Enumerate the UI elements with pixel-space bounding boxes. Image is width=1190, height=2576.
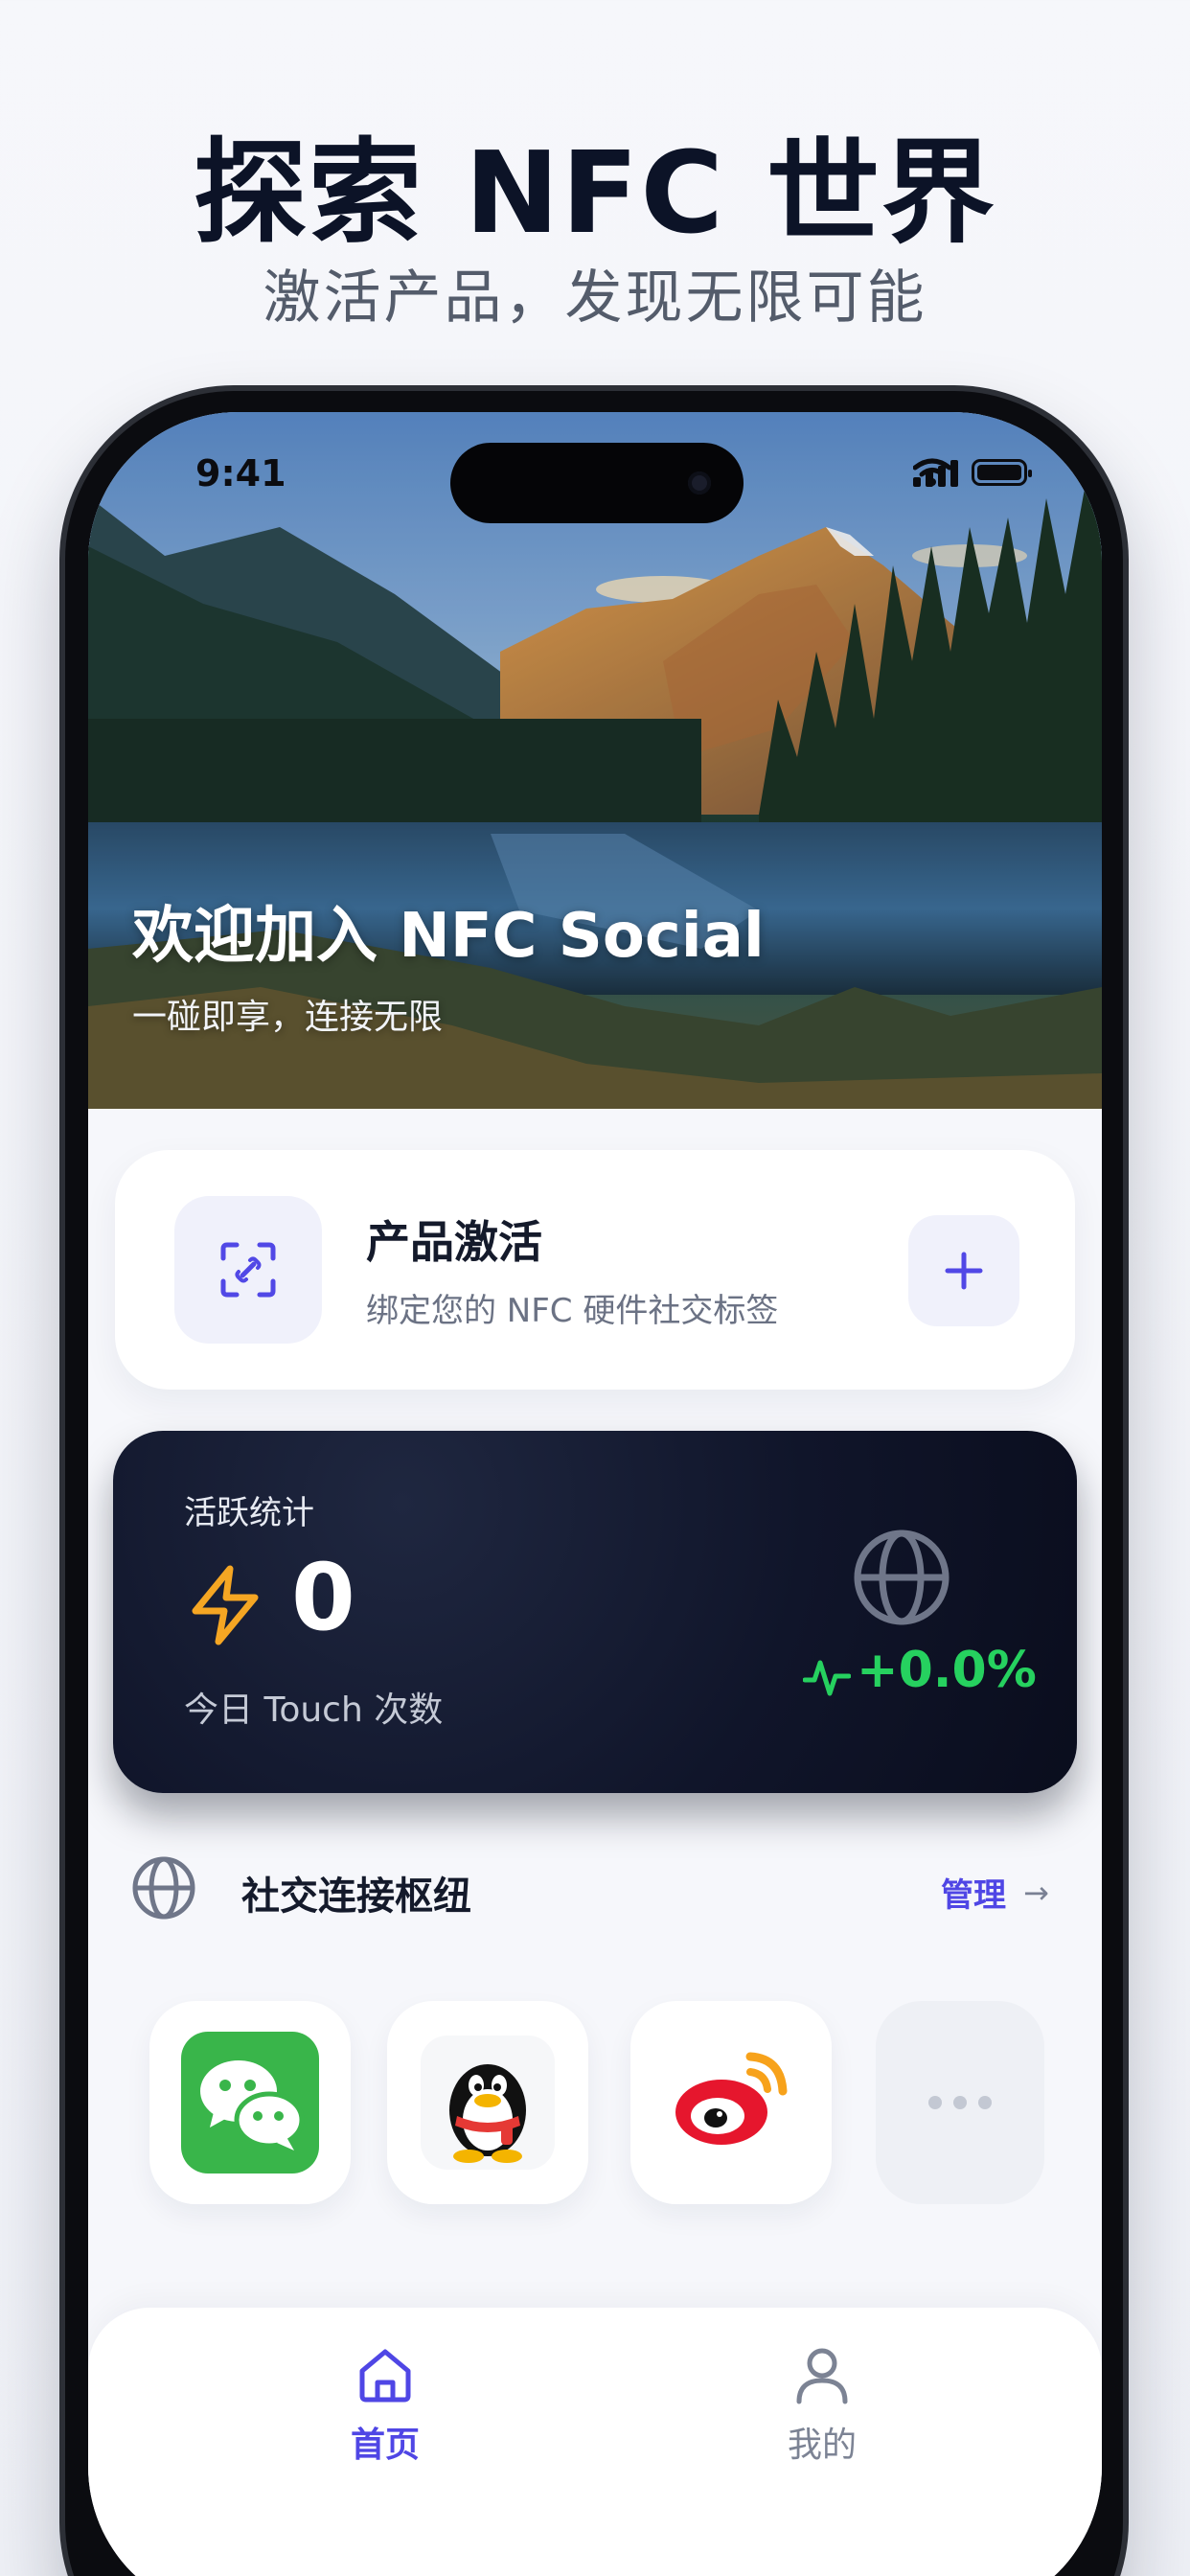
activity-stats-card: 活跃统计 0 今日 Touch 次数 +0.0%: [113, 1431, 1077, 1793]
social-hub-title: 社交连接枢纽: [241, 1874, 471, 1919]
social-app-more[interactable]: [876, 2001, 1044, 2204]
tab-mine[interactable]: 我的: [726, 2344, 918, 2467]
wifi-icon: [913, 458, 951, 486]
tab-home[interactable]: 首页: [289, 2344, 481, 2467]
product-activation-card[interactable]: 产品激活 绑定您的 NFC 硬件社交标签: [115, 1150, 1075, 1390]
add-button[interactable]: [908, 1215, 1019, 1326]
stats-delta: +0.0%: [857, 1642, 1037, 1699]
weibo-icon: [662, 2036, 800, 2170]
pulse-icon: [803, 1660, 851, 1696]
battery-icon: [972, 459, 1032, 486]
hero-title: 欢迎加入 NFC Social: [132, 901, 765, 972]
phone-screen: 9:41 欢迎加入 NFC Social 一碰即享，连接无限 产品激活 绑定您的…: [88, 412, 1102, 2576]
tab-mine-label: 我的: [787, 2426, 857, 2465]
globe-icon: [132, 1856, 195, 1920]
activation-title: 产品激活: [366, 1216, 542, 1268]
promo-subtitle: 激活产品，发现无限可能: [263, 264, 927, 332]
hero-subtitle: 一碰即享，连接无限: [132, 998, 444, 1037]
stats-label: 活跃统计: [184, 1494, 314, 1532]
wechat-icon: [181, 2032, 319, 2174]
stats-value: 0: [291, 1544, 355, 1651]
camera-icon: [688, 472, 711, 494]
home-icon: [359, 2349, 411, 2403]
lightning-icon: [192, 1565, 259, 1645]
promo-title: 探索 NFC 世界: [193, 126, 997, 259]
social-app-weibo[interactable]: [630, 2001, 832, 2204]
status-icons: [913, 458, 1032, 487]
social-app-qq[interactable]: [387, 2001, 588, 2204]
hero-banner: 9:41 欢迎加入 NFC Social 一碰即享，连接无限: [88, 412, 1102, 1109]
user-icon: [796, 2348, 848, 2404]
status-time: 9:41: [195, 452, 286, 494]
more-icon: [928, 2096, 992, 2109]
arrow-right-icon: →: [1023, 1874, 1049, 1911]
tab-home-label: 首页: [350, 2426, 420, 2465]
scan-frame-icon: [220, 1242, 276, 1298]
manage-label: 管理: [941, 1876, 1006, 1915]
stats-caption: 今日 Touch 次数: [184, 1690, 444, 1730]
bottom-tab-bar: 首页 我的: [88, 2308, 1102, 2576]
globe-icon: [854, 1530, 950, 1625]
qq-icon: [421, 2036, 555, 2170]
manage-link[interactable]: 管理 →: [941, 1869, 1049, 1916]
activation-description: 绑定您的 NFC 硬件社交标签: [366, 1292, 779, 1330]
social-app-wechat[interactable]: [149, 2001, 351, 2204]
plus-icon: [945, 1252, 983, 1290]
scan-tile[interactable]: [174, 1196, 322, 1344]
